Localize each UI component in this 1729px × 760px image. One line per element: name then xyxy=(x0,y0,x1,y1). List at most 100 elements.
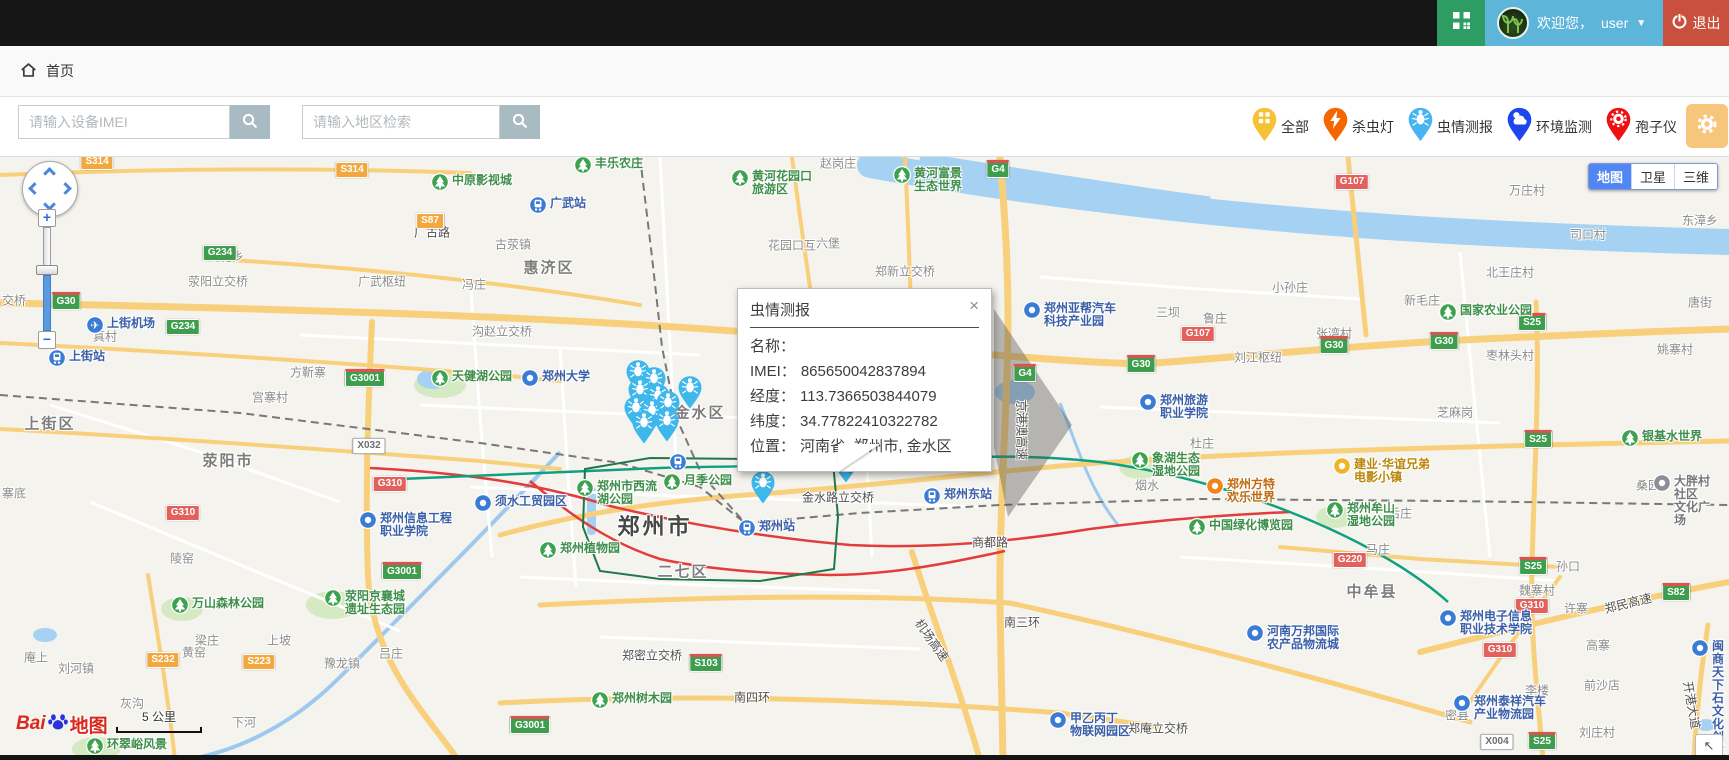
popup-field-label: 经度： xyxy=(750,388,795,405)
dot-poi-icon xyxy=(1206,477,1224,500)
zoom-out-button[interactable]: − xyxy=(38,331,56,349)
breadcrumb-home[interactable]: 首页 xyxy=(46,61,74,81)
road-badge: G220 xyxy=(1333,552,1367,568)
train-poi-icon xyxy=(923,487,941,510)
poi-label: 荥阳京襄城 遗址生态园 xyxy=(345,590,405,616)
top-header: 欢迎您，user ▼ 退出 xyxy=(0,0,1729,46)
avatar xyxy=(1497,7,1529,39)
legend-label: 杀虫灯 xyxy=(1352,117,1394,137)
dot-poi-icon xyxy=(1439,609,1457,632)
map-label: 商都路 xyxy=(972,534,1008,551)
map-poi: 郑州树木园 xyxy=(591,691,672,714)
popup-arrow xyxy=(838,444,880,472)
road-badge: X004 xyxy=(1480,734,1513,750)
map-poi: 象湖生态 湿地公园 xyxy=(1131,451,1200,478)
pan-up-icon[interactable] xyxy=(43,167,56,180)
tree-poi-icon xyxy=(1439,303,1457,326)
poi-label: 郑州树木园 xyxy=(612,692,672,705)
map-label: 豫龙镇 xyxy=(324,655,360,672)
map-label: 京港澳高速 xyxy=(1014,400,1031,460)
map-label: 金水路立交桥 xyxy=(802,489,874,506)
map-poi: 天健湖公园 xyxy=(431,369,512,392)
poi-label: 天健湖公园 xyxy=(452,370,512,383)
poi-label: 郑州旅游 职业学院 xyxy=(1160,394,1208,420)
road-badge: S314 xyxy=(80,157,113,170)
svg-text:✈: ✈ xyxy=(90,320,99,332)
map-type-地图[interactable]: 地图 xyxy=(1589,164,1631,189)
legend-filter-grid[interactable]: 全部 xyxy=(1251,107,1309,147)
train-poi-icon xyxy=(669,453,687,476)
device-pin[interactable] xyxy=(750,470,776,509)
dot-poi-icon xyxy=(1246,624,1264,647)
imei-search-input[interactable] xyxy=(18,105,230,139)
map-label: 东漳乡 xyxy=(1682,212,1718,229)
weather-pin-icon xyxy=(1506,107,1533,147)
map-type-卫星[interactable]: 卫星 xyxy=(1631,164,1674,189)
map-label: 许寨 xyxy=(1564,600,1588,617)
popup-field: 名称： xyxy=(750,334,979,359)
poi-label: 郑州亚帮汽车 科技产业园 xyxy=(1044,302,1116,328)
map-label: 庵上 xyxy=(24,649,48,666)
popup-field-label: 名称： xyxy=(750,338,795,355)
map-label: 南三环 xyxy=(1004,614,1040,631)
map-canvas[interactable]: 郑州市上街区荥阳市惠济区二七区金水区中牟县密县赵岗庄六堡花园口互郑新立交桥高村乡… xyxy=(0,157,1729,760)
map-label: 沟赵立交桥 xyxy=(472,323,532,340)
grid-icon xyxy=(1453,12,1470,34)
train-poi-icon xyxy=(738,519,756,542)
map-poi: 郑州信息工程 职业学院 xyxy=(359,511,452,538)
map-poi: 须水工贸园区 xyxy=(474,494,567,517)
poi-label: 须水工贸园区 xyxy=(495,495,567,508)
tree-poi-icon xyxy=(539,541,557,564)
map-label: 前沙店 xyxy=(1584,677,1620,694)
apps-grid-button[interactable] xyxy=(1437,0,1485,46)
baidu-logo[interactable]: Bai 地图 xyxy=(16,710,108,738)
tree-poi-icon xyxy=(171,596,189,619)
road-badge: G3001 xyxy=(382,562,422,580)
map-label: 高寨 xyxy=(1586,637,1610,654)
map-label: 小孙庄 xyxy=(1272,279,1308,296)
device-pin[interactable] xyxy=(654,408,680,447)
road-badge: G30 xyxy=(52,292,81,310)
map-poi: ✈上街机场 xyxy=(86,316,155,339)
map-poi: 郑州大学 xyxy=(521,369,590,392)
legend-filter-weather[interactable]: 环境监测 xyxy=(1506,107,1592,147)
map-label: 惠济区 xyxy=(523,257,574,278)
bottom-edge xyxy=(0,755,1729,760)
tree-poi-icon xyxy=(591,691,609,714)
popup-field-label: IMEI： xyxy=(750,363,796,380)
map-type-三维[interactable]: 三维 xyxy=(1674,164,1717,189)
imei-search-button[interactable] xyxy=(230,105,270,139)
map-label: 南四环 xyxy=(734,689,770,706)
popup-title: 虫情测报 xyxy=(750,299,810,320)
road-badge: G30 xyxy=(1320,336,1349,354)
poi-label: 环翠峪风景 xyxy=(107,738,167,751)
popup-field-value: 113.7366503844079 xyxy=(800,388,937,405)
zoom-in-button[interactable]: + xyxy=(38,209,56,227)
zoom-slider-handle[interactable] xyxy=(36,265,58,275)
popup-field-label: 位置： xyxy=(750,438,795,455)
user-menu[interactable]: 欢迎您，user ▼ xyxy=(1485,0,1663,46)
legend-filter-bolt[interactable]: 杀虫灯 xyxy=(1322,107,1394,147)
poi-label: 象湖生态 湿地公园 xyxy=(1152,452,1200,478)
road-badge: G4 xyxy=(986,160,1009,178)
pan-left-icon[interactable] xyxy=(28,182,41,195)
map-label: 司口村 xyxy=(1570,226,1606,243)
tree-poi-icon xyxy=(893,166,911,189)
legend-label: 虫情测报 xyxy=(1437,117,1493,137)
tree-poi-icon xyxy=(1131,451,1149,474)
pan-right-icon[interactable] xyxy=(59,182,72,195)
tree-poi-icon xyxy=(431,369,449,392)
settings-button[interactable] xyxy=(1686,104,1728,148)
logout-button[interactable]: 退出 xyxy=(1663,0,1729,46)
legend-filter-bug[interactable]: 虫情测报 xyxy=(1407,107,1493,147)
region-search-input[interactable] xyxy=(302,105,500,139)
road-badge: G234 xyxy=(203,245,237,261)
power-icon xyxy=(1672,14,1687,32)
road-badge: G310 xyxy=(166,505,200,521)
legend-filter-gear[interactable]: 孢子仪 xyxy=(1605,107,1677,147)
close-icon[interactable]: × xyxy=(969,299,979,313)
region-search-button[interactable] xyxy=(500,105,540,139)
map-label: 魏寨村 xyxy=(1519,582,1555,599)
map-label: 上坡 xyxy=(267,632,291,649)
map-corner-control[interactable]: ↖ xyxy=(1695,734,1723,757)
